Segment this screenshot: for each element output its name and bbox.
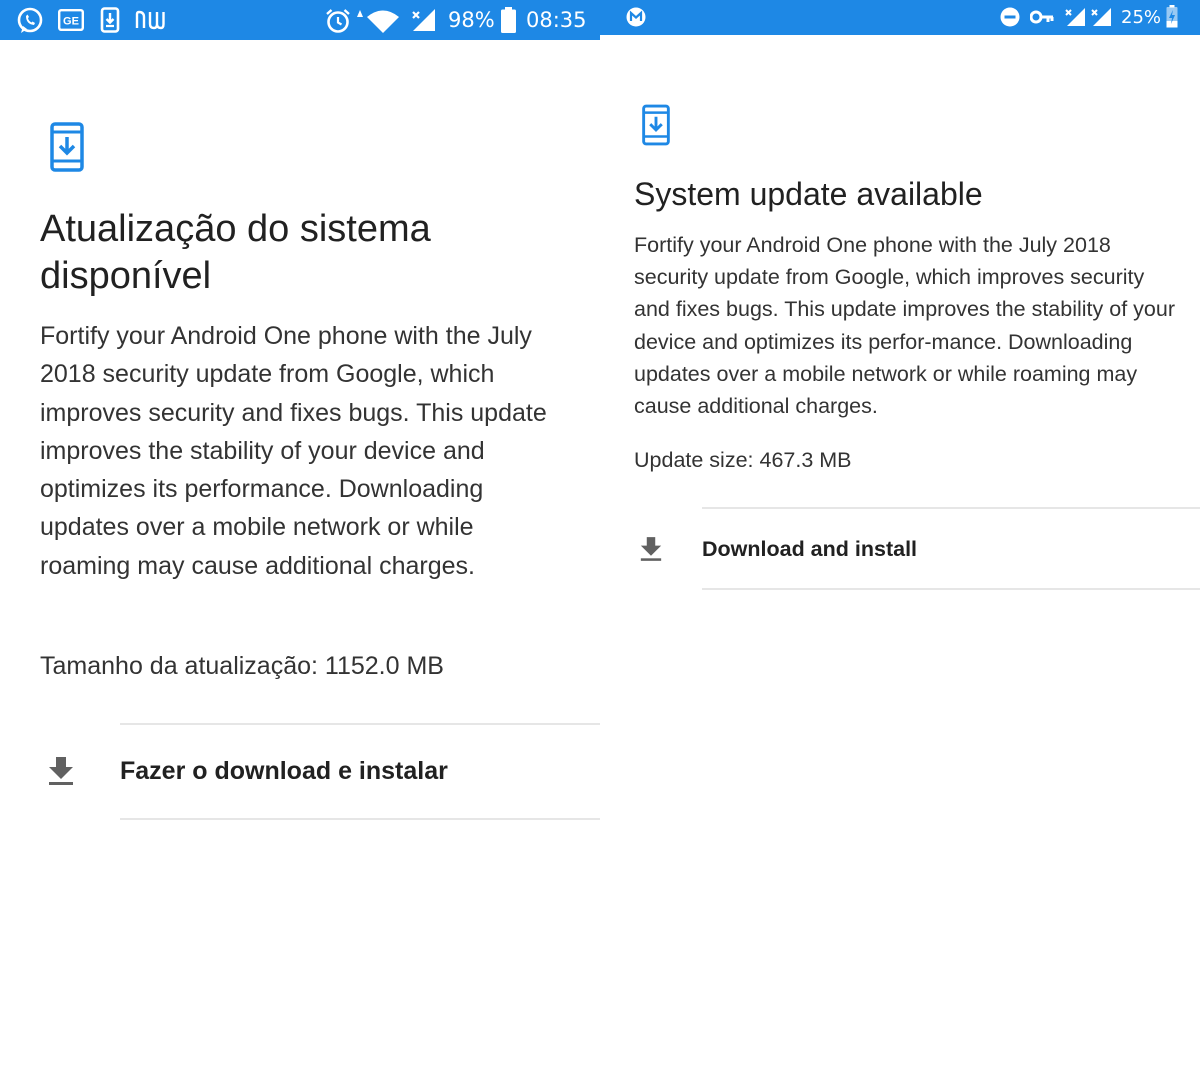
- update-description: Fortify your Android One phone with the …: [40, 322, 547, 580]
- alarm-icon: [326, 9, 350, 33]
- ge-news-icon: GE: [58, 9, 84, 31]
- download-icon: [49, 757, 73, 785]
- battery-percentage: 98%: [448, 8, 495, 32]
- page-title: Atualização do sistema disponível: [40, 208, 431, 297]
- battery-icon: [1166, 5, 1178, 28]
- system-update-icon: [642, 104, 670, 146]
- whatsapp-icon: [17, 7, 43, 33]
- gmail-icon: [626, 7, 646, 27]
- update-description: Fortify your Android One phone with the …: [634, 233, 1175, 419]
- download-install-button[interactable]: Fazer o download e instalar: [0, 725, 600, 818]
- svg-text:GE: GE: [63, 16, 79, 28]
- do-not-disturb-icon: [1000, 7, 1020, 27]
- signal-icon: [1091, 8, 1111, 26]
- battery-icon: [501, 7, 516, 33]
- status-bar: GE 98% 08:35: [0, 0, 600, 40]
- battery-percentage: 25%: [1121, 7, 1162, 28]
- page-title: System update available: [634, 176, 983, 212]
- download-install-label: Download and install: [702, 537, 918, 561]
- download-icon: [640, 537, 662, 561]
- wifi-icon: [357, 10, 399, 33]
- system-update-icon: [50, 122, 84, 172]
- signal-icon: [1065, 8, 1085, 26]
- clock: 08:35: [526, 8, 587, 32]
- divider: [120, 818, 600, 820]
- update-size: Update size: 467.3 MB: [634, 448, 852, 472]
- download-install-label: Fazer o download e instalar: [120, 757, 448, 785]
- nubank-icon: [135, 10, 165, 30]
- download-install-button[interactable]: Download and install: [600, 509, 1200, 588]
- signal-icon: [412, 9, 435, 31]
- vpn-key-icon: [1030, 10, 1054, 24]
- right-screen: 25% System update available Fortify your…: [600, 0, 1200, 1066]
- status-bar: 25%: [600, 0, 1200, 35]
- divider: [702, 588, 1200, 590]
- download-notification-icon: [100, 7, 120, 33]
- update-size: Tamanho da atualização: 1152.0 MB: [40, 652, 444, 680]
- left-screen: GE 98% 08:35 Atualização do sistema disp…: [0, 0, 600, 1066]
